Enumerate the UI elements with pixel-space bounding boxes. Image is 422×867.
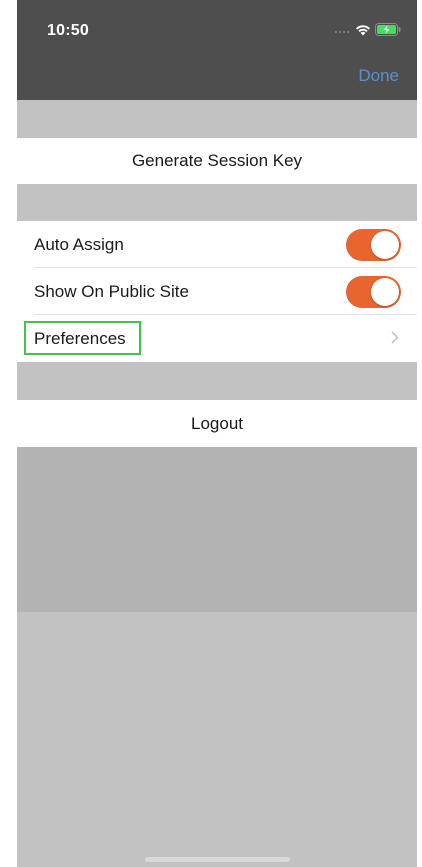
auto-assign-toggle[interactable] xyxy=(346,229,401,261)
toggle-knob xyxy=(371,278,399,306)
preferences-row[interactable]: Preferences xyxy=(17,315,417,362)
auto-assign-label: Auto Assign xyxy=(34,234,124,254)
logout-button[interactable]: Logout xyxy=(17,400,417,447)
chevron-right-icon xyxy=(391,328,399,349)
auto-assign-row: Auto Assign xyxy=(17,221,417,268)
empty-area xyxy=(17,447,417,612)
signal-dots-icon xyxy=(335,31,349,33)
generate-session-key-button[interactable]: Generate Session Key xyxy=(17,138,417,184)
show-on-public-site-row: Show On Public Site xyxy=(17,268,417,315)
show-on-public-site-toggle[interactable] xyxy=(346,276,401,308)
wifi-icon xyxy=(355,23,371,41)
status-icons xyxy=(335,23,401,41)
preferences-label: Preferences xyxy=(34,328,126,348)
logout-label: Logout xyxy=(191,413,243,433)
toggle-knob xyxy=(371,231,399,259)
done-button[interactable]: Done xyxy=(358,66,399,86)
nav-header: 10:50 Done xyxy=(17,0,417,100)
home-indicator[interactable] xyxy=(145,857,290,862)
generate-session-key-label: Generate Session Key xyxy=(131,151,303,170)
settings-screen: 10:50 Done Generate Session Key Auto Ass… xyxy=(17,0,417,867)
show-on-public-site-label: Show On Public Site xyxy=(34,281,189,301)
battery-charging-icon xyxy=(375,23,401,41)
status-time: 10:50 xyxy=(47,22,89,39)
